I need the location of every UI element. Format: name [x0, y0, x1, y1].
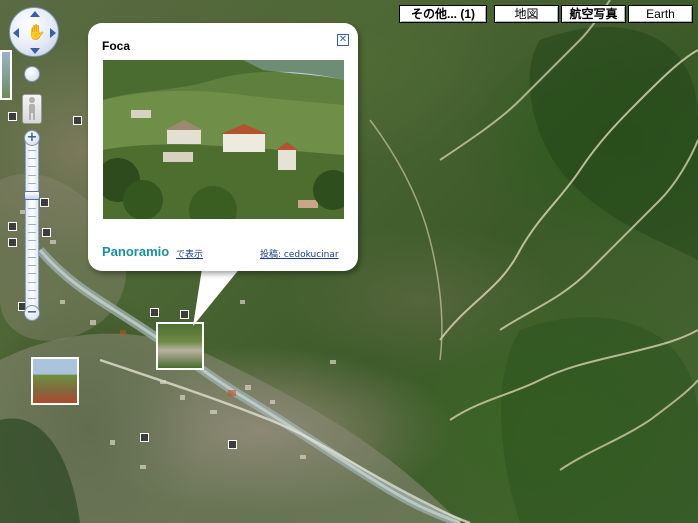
zoom-tick[interactable] — [28, 215, 36, 217]
info-window-pointer — [193, 262, 245, 326]
photo-marker[interactable] — [228, 440, 237, 449]
photo-marker[interactable] — [40, 198, 49, 207]
maptype-satellite-button[interactable]: 航空写真 — [561, 5, 626, 23]
zoom-tick[interactable] — [28, 240, 36, 242]
view-on-panoramio-link[interactable]: で表示 — [176, 247, 203, 260]
zoom-tick[interactable] — [28, 289, 36, 291]
photo-marker[interactable] — [73, 116, 82, 125]
photo-marker[interactable] — [150, 308, 159, 317]
center-map-button[interactable] — [24, 66, 40, 82]
maptype-earth-button[interactable]: Earth — [628, 5, 693, 23]
zoom-tick[interactable] — [28, 166, 36, 168]
info-window-photo[interactable] — [103, 60, 344, 219]
maptype-map-button[interactable]: 地図 — [494, 5, 559, 23]
photo-marker[interactable] — [8, 222, 17, 231]
author-link[interactable]: 投稿: cedokucinar — [260, 247, 339, 260]
pegman-icon[interactable] — [22, 94, 42, 124]
zoom-tick[interactable] — [28, 174, 36, 176]
pan-control[interactable]: ✋ — [9, 7, 59, 57]
photo-thumbnail-marker[interactable] — [31, 357, 79, 405]
zoom-in-button[interactable]: + — [24, 130, 40, 146]
maptype-more-button[interactable]: その他... (1) — [399, 5, 487, 23]
zoom-tick[interactable] — [28, 182, 36, 184]
zoom-tick[interactable] — [28, 281, 36, 283]
photo-marker[interactable] — [8, 238, 17, 247]
photo-thumbnail-marker[interactable] — [0, 50, 12, 100]
pan-right-arrow-icon[interactable] — [50, 28, 56, 38]
zoom-tick[interactable] — [28, 256, 36, 258]
photo-marker[interactable] — [140, 433, 149, 442]
pan-left-arrow-icon[interactable] — [13, 28, 19, 38]
zoom-tick[interactable] — [28, 224, 36, 225]
info-window-title: Foca — [102, 39, 131, 53]
pan-down-arrow-icon[interactable] — [30, 48, 40, 54]
zoom-slider-handle[interactable] — [24, 191, 40, 201]
photo-marker[interactable] — [42, 228, 51, 237]
pan-up-arrow-icon[interactable] — [30, 11, 40, 17]
zoom-tick[interactable] — [28, 265, 36, 267]
info-window: Foca ✕ Panoramio で表示 投稿: cedokucinar — [88, 23, 358, 271]
zoom-tick[interactable] — [28, 248, 36, 250]
panoramio-logo[interactable]: Panoramio — [102, 244, 169, 259]
zoom-tick[interactable] — [28, 150, 36, 151]
zoom-tick[interactable] — [28, 273, 36, 275]
zoom-out-button[interactable]: − — [24, 305, 40, 321]
hand-pan-icon: ✋ — [27, 23, 46, 41]
close-icon[interactable]: ✕ — [337, 34, 349, 46]
zoom-tick[interactable] — [28, 207, 36, 209]
zoom-tick[interactable] — [28, 158, 36, 160]
zoom-tick[interactable] — [28, 298, 36, 299]
zoom-tick[interactable] — [28, 232, 36, 234]
photo-marker[interactable] — [8, 112, 17, 121]
